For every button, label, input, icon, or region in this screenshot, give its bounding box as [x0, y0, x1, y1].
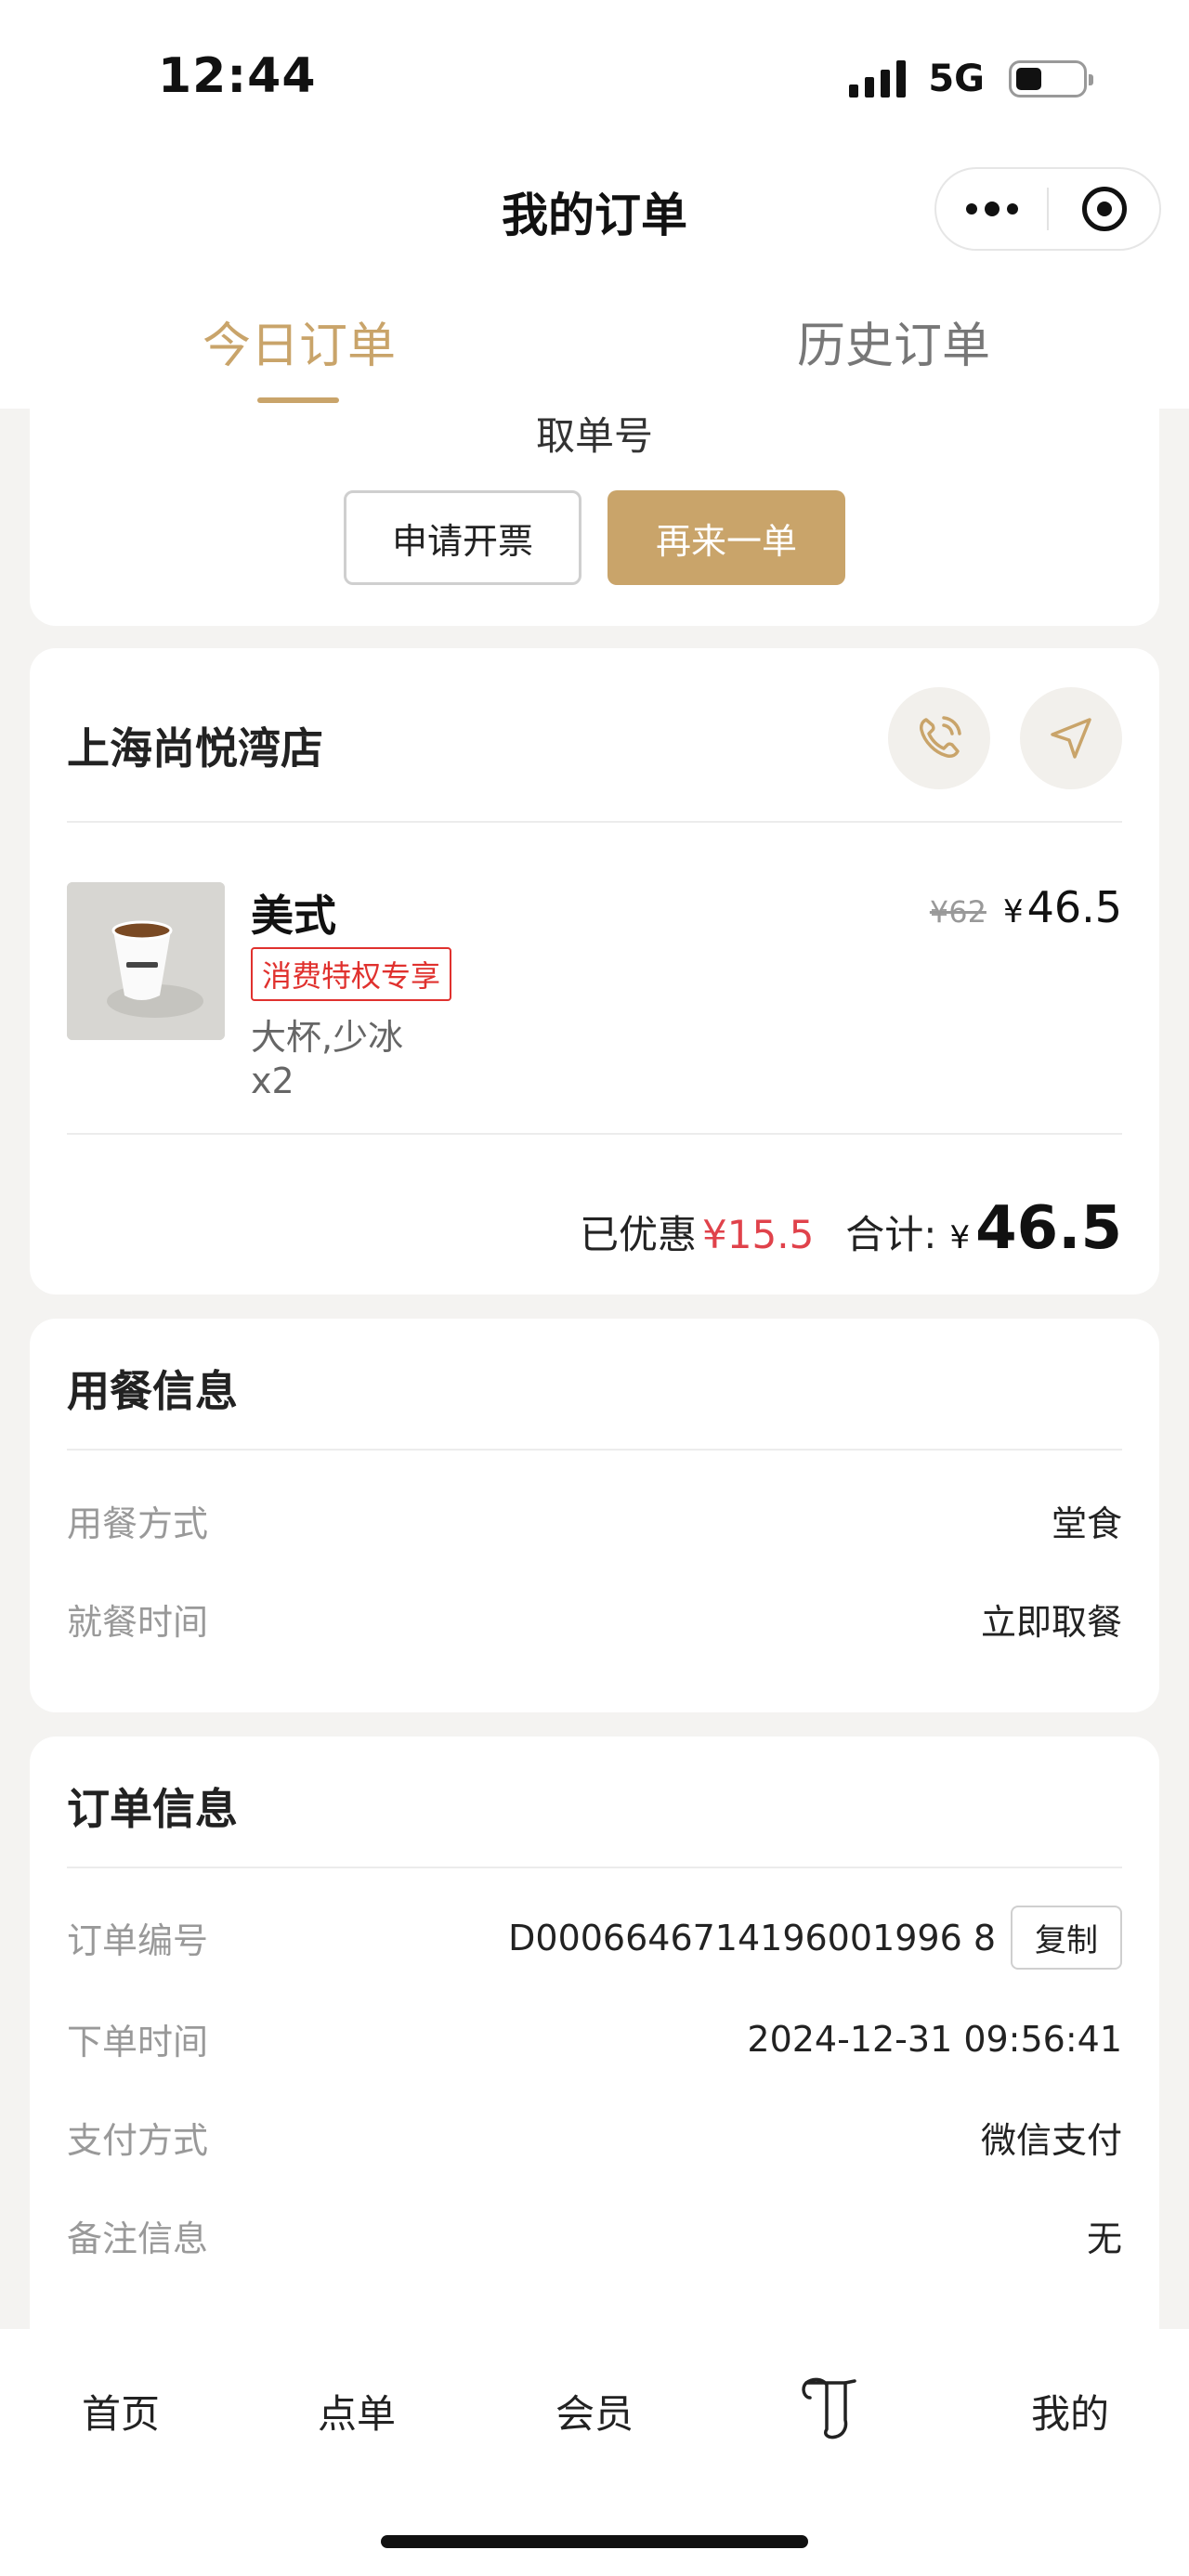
- discount-value: ¥15.5: [702, 1212, 815, 1257]
- tabbar-scroll-icon[interactable]: [739, 2374, 925, 2450]
- product-spec: 大杯,少冰: [251, 1017, 404, 1058]
- info-label: 订单编号: [67, 1920, 209, 1961]
- info-value: 微信支付: [980, 2120, 1122, 2161]
- tab-active-indicator: [257, 397, 339, 403]
- total-currency: ¥: [949, 1219, 971, 1256]
- total-label: 合计:: [845, 1212, 937, 1257]
- store-order-card: 上海尚悦湾店 美式 消费特权专享 大杯,少冰 x2 ¥62 ¥46.5 已优惠 …: [30, 648, 1159, 1295]
- info-label: 下单时间: [67, 2022, 209, 2062]
- divider: [67, 821, 1122, 823]
- currency-symbol: ¥: [1002, 893, 1024, 930]
- status-indicators: 5G: [849, 58, 1093, 100]
- pickup-number-label: 取单号: [535, 413, 653, 459]
- pickup-actions: 申请开票 再来一单: [30, 490, 1159, 585]
- info-value: 堂食: [1051, 1503, 1122, 1544]
- info-label: 就餐时间: [67, 1602, 209, 1643]
- info-row-payment: 支付方式 微信支付: [67, 2112, 1122, 2163]
- home-indicator: [381, 2535, 808, 2548]
- close-miniprogram-icon[interactable]: [1049, 169, 1159, 249]
- nav-bar: 我的订单: [0, 149, 1189, 279]
- reorder-button[interactable]: 再来一单: [608, 490, 845, 585]
- tabbar-member[interactable]: 会员: [502, 2383, 687, 2439]
- info-row-order-number: 订单编号 D0006646714196001996 8 复制: [67, 1906, 1122, 1970]
- info-row-order-time: 下单时间 2024-12-31 09:56:41: [67, 2013, 1122, 2064]
- total-value: 46.5: [975, 1194, 1122, 1263]
- phone-icon[interactable]: [888, 687, 990, 789]
- dining-info-title: 用餐信息: [67, 1366, 238, 1416]
- current-price: ¥46.5: [1003, 882, 1122, 932]
- info-label: 支付方式: [67, 2120, 209, 2161]
- discount-label: 已优惠: [580, 1212, 698, 1257]
- dining-info-card: 用餐信息 用餐方式 堂食 就餐时间 立即取餐: [30, 1319, 1159, 1712]
- divider: [67, 1449, 1122, 1451]
- info-row-dining-mode: 用餐方式 堂食: [67, 1495, 1122, 1546]
- mini-program-capsule: [934, 167, 1161, 251]
- privilege-tag: 消费特权专享: [251, 947, 452, 1001]
- battery-icon: [1009, 60, 1093, 98]
- info-label: 用餐方式: [67, 1503, 209, 1544]
- tabbar-mine[interactable]: 我的: [977, 2383, 1163, 2439]
- apply-invoice-button[interactable]: 申请开票: [344, 490, 581, 585]
- current-price-value: 46.5: [1026, 882, 1122, 932]
- order-number-group: D0006646714196001996 8 复制: [508, 1906, 1122, 1970]
- order-info-card: 订单信息 订单编号 D0006646714196001996 8 复制 下单时间…: [30, 1737, 1159, 2405]
- product-price: ¥62 ¥46.5: [930, 882, 1122, 932]
- network-label: 5G: [928, 58, 985, 100]
- info-row-remark: 备注信息 无: [67, 2210, 1122, 2261]
- status-time: 12:44: [158, 48, 317, 104]
- order-number-value: D0006646714196001996 8: [508, 1917, 996, 1958]
- info-value: 立即取餐: [980, 1602, 1122, 1643]
- product-quantity: x2: [251, 1060, 294, 1101]
- store-name: 上海尚悦湾店: [67, 723, 323, 774]
- copy-button[interactable]: 复制: [1011, 1906, 1122, 1970]
- info-label: 备注信息: [67, 2218, 209, 2259]
- order-total-row: 已优惠 ¥15.5 合计: ¥ 46.5: [580, 1194, 1122, 1263]
- navigate-icon[interactable]: [1020, 687, 1122, 789]
- tab-history[interactable]: 历史订单: [797, 306, 990, 376]
- more-icon[interactable]: [936, 169, 1047, 249]
- tabbar-home[interactable]: 首页: [28, 2383, 214, 2439]
- tab-today[interactable]: 今日订单: [203, 306, 396, 376]
- order-info-title: 订单信息: [67, 1784, 238, 1834]
- original-price: ¥62: [929, 894, 986, 930]
- product-name: 美式: [251, 891, 336, 941]
- divider: [67, 1867, 1122, 1868]
- info-value: 无: [1086, 2218, 1122, 2259]
- status-bar: 12:44 5G: [0, 0, 1189, 149]
- signal-icon: [849, 60, 907, 98]
- tabbar-order[interactable]: 点单: [264, 2383, 450, 2439]
- info-row-dining-time: 就餐时间 立即取餐: [67, 1594, 1122, 1645]
- divider: [67, 1133, 1122, 1135]
- product-image: [67, 882, 225, 1040]
- order-tabs: 今日订单 历史订单: [0, 279, 1189, 409]
- info-value: 2024-12-31 09:56:41: [747, 2018, 1122, 2060]
